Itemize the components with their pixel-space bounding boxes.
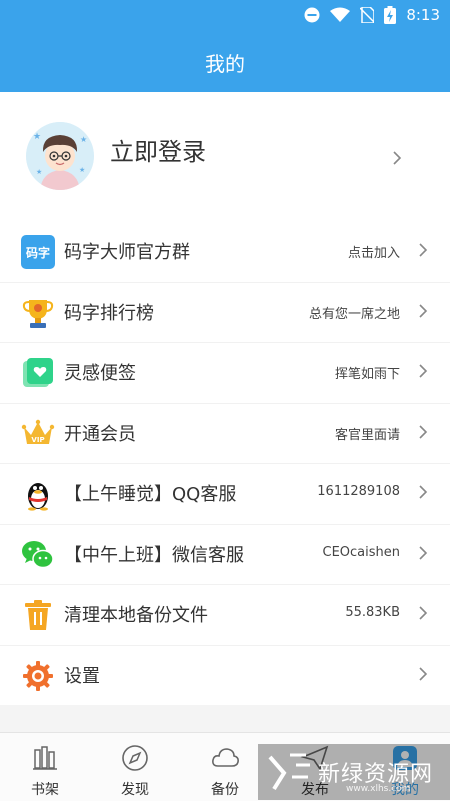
svg-text:★: ★ [80, 135, 87, 144]
page-title-bar: 我的 [0, 32, 450, 92]
svg-text:★: ★ [36, 168, 42, 176]
svg-text:★: ★ [33, 132, 41, 142]
note-icon [20, 355, 56, 391]
chevron-right-icon [419, 666, 428, 681]
menu-item-qq-service[interactable]: 【上午睡觉】QQ客服 1611289108 [0, 463, 450, 524]
tab-bookshelf[interactable]: 书架 [0, 733, 90, 801]
chevron-right-icon [419, 243, 428, 257]
wechat-icon [20, 537, 56, 573]
qq-penguin-icon [20, 476, 56, 512]
mazi-logo-icon: 码字 [20, 234, 56, 270]
tab-discover[interactable]: 发现 [90, 733, 180, 801]
clock: 8:13 [406, 6, 440, 24]
status-bar: 8:13 [0, 0, 450, 32]
no-sim-icon [360, 7, 375, 23]
menu-value: 挥笔如雨下 [334, 367, 400, 382]
tab-label: 发现 [121, 782, 149, 798]
tab-label: 书架 [31, 782, 59, 798]
chevron-right-icon [393, 151, 402, 165]
menu-value: 55.83KB [345, 605, 400, 620]
tab-label: 备份 [211, 782, 239, 798]
chevron-right-icon [419, 424, 428, 439]
battery-charging-icon [384, 6, 397, 24]
menu-item-clear-backup[interactable]: 清理本地备份文件 55.83KB [0, 584, 450, 645]
menu-label: 清理本地备份文件 [64, 605, 208, 626]
menu-item-wechat-service[interactable]: 【中午上班】微信客服 CEOcaishen [0, 523, 450, 585]
wifi-icon [330, 7, 351, 22]
trash-icon [20, 597, 56, 633]
page-title: 我的 [205, 51, 245, 76]
bookshelf-icon [33, 746, 57, 770]
menu-item-vip[interactable]: VIP 开通会员 客官里面请 [0, 402, 450, 464]
avatar: ★ ★ ★ ★ [26, 122, 94, 190]
login-link[interactable]: 立即登录 [110, 132, 206, 167]
settings-list: 码字 码字大师官方群 点击加入 码字排行榜 总有您一席之地 灵感便签 挥笔如雨下… [0, 222, 450, 705]
menu-label: 【上午睡觉】QQ客服 [64, 484, 237, 505]
svg-text:VIP: VIP [31, 436, 44, 444]
menu-value: 点击加入 [347, 246, 400, 261]
menu-label: 码字排行榜 [64, 302, 154, 324]
menu-label: 灵感便签 [64, 363, 136, 384]
chevron-right-icon [419, 303, 428, 318]
menu-value: CEOcaishen [322, 544, 401, 560]
menu-label: 开通会员 [64, 423, 136, 445]
watermark-overlay: 新绿资源网 www.xlhs.com [258, 744, 450, 800]
menu-value: 总有您一席之地 [308, 306, 400, 322]
menu-label: 码字大师官方群 [64, 242, 190, 263]
profile-login-card[interactable]: ★ ★ ★ ★ 立即登录 [0, 92, 450, 222]
svg-text:★: ★ [79, 166, 85, 174]
trophy-icon [20, 295, 56, 331]
menu-label: 设置 [64, 665, 100, 687]
tab-backup[interactable]: 备份 [180, 733, 270, 801]
vip-crown-icon: VIP [20, 416, 56, 452]
chevron-right-icon [419, 364, 428, 378]
menu-value: 1611289108 [317, 484, 400, 499]
chevron-right-icon [419, 606, 428, 620]
chevron-right-icon [419, 545, 428, 560]
compass-icon [122, 745, 148, 771]
menu-item-inspiration-notes[interactable]: 灵感便签 挥笔如雨下 [0, 342, 450, 403]
menu-item-ranking[interactable]: 码字排行榜 总有您一席之地 [0, 281, 450, 343]
chevron-right-icon [419, 485, 428, 499]
gear-icon [20, 658, 56, 694]
do-not-disturb-icon [304, 7, 320, 23]
watermark-subtext: www.xlhs.com [346, 784, 411, 794]
cloud-icon [212, 748, 239, 767]
watermark-logo [268, 753, 310, 791]
svg-text:码字: 码字 [26, 245, 50, 260]
menu-label: 【中午上班】微信客服 [64, 544, 244, 566]
menu-value: 客官里面请 [334, 427, 400, 443]
menu-item-official-group[interactable]: 码字 码字大师官方群 点击加入 [0, 222, 450, 282]
menu-item-settings[interactable]: 设置 [0, 644, 450, 706]
